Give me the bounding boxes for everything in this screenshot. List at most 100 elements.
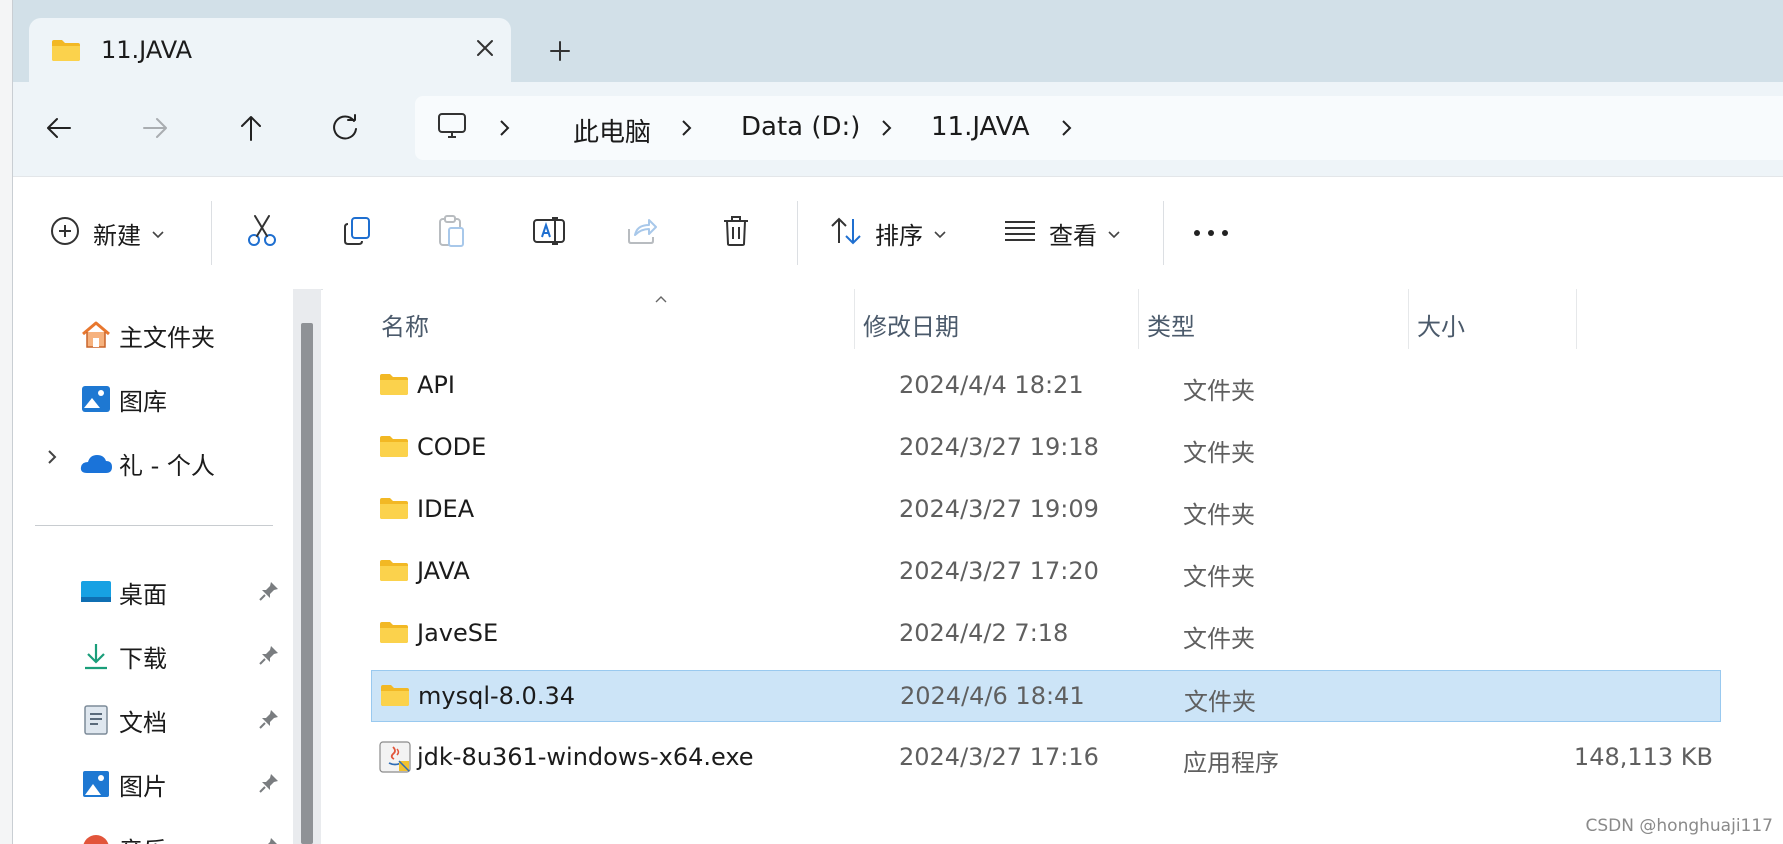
- chevron-down-icon: [933, 224, 947, 243]
- folder-icon: [380, 683, 410, 711]
- breadcrumb-this-pc[interactable]: 此电脑: [573, 112, 651, 149]
- trash-icon: [721, 214, 751, 252]
- file-name: JaveSE: [417, 619, 499, 647]
- command-bar: 新建 排序 查看: [13, 176, 1783, 290]
- column-header-label: 修改日期: [863, 312, 959, 341]
- column-divider[interactable]: [1408, 289, 1409, 349]
- column-header-name[interactable]: 名称: [381, 299, 851, 349]
- view-list-icon: [1003, 219, 1037, 247]
- nav-scrollbar[interactable]: [293, 289, 321, 844]
- title-bar: 11.JAVA: [13, 0, 1783, 82]
- background-window-edge: [0, 0, 12, 844]
- cut-button[interactable]: [245, 205, 279, 261]
- pin-icon[interactable]: [258, 708, 280, 734]
- nav-item-pictures[interactable]: 图片: [79, 760, 167, 808]
- forward-icon[interactable]: [129, 102, 181, 154]
- gallery-icon: [79, 382, 113, 416]
- nav-item-music[interactable]: 音乐: [79, 824, 167, 844]
- file-name: IDEA: [417, 495, 475, 523]
- pin-icon[interactable]: [258, 836, 280, 844]
- column-header-type[interactable]: 类型: [1147, 299, 1407, 349]
- breadcrumb-11-java[interactable]: 11.JAVA: [931, 112, 1030, 142]
- nav-item-gallery[interactable]: 图库: [79, 375, 167, 423]
- sort-icon: [829, 216, 863, 250]
- file-row-java[interactable]: JAVA 2024/3/27 17:20 文件夹: [371, 546, 1721, 598]
- nav-label: 下载: [119, 644, 167, 673]
- file-date: 2024/4/2 7:18: [899, 619, 1069, 647]
- file-row-javese[interactable]: JaveSE 2024/4/2 7:18 文件夹: [371, 608, 1721, 660]
- tab-11-java[interactable]: 11.JAVA: [29, 18, 511, 82]
- rename-button[interactable]: [531, 205, 567, 261]
- pictures-icon: [79, 767, 113, 801]
- toolbar-divider: [1163, 201, 1164, 265]
- nav-item-home[interactable]: 主文件夹: [79, 311, 215, 359]
- rename-icon: [531, 215, 567, 251]
- file-name: CODE: [417, 433, 487, 461]
- share-button[interactable]: [625, 205, 659, 261]
- refresh-icon[interactable]: [319, 102, 371, 154]
- breadcrumb-separator-icon[interactable]: [1055, 116, 1077, 140]
- nav-label: 图片: [119, 772, 167, 801]
- computer-icon: [435, 110, 469, 148]
- more-options-button[interactable]: [1191, 205, 1231, 261]
- new-tab-icon[interactable]: [541, 32, 579, 70]
- file-name: API: [417, 371, 455, 399]
- file-date: 2024/3/27 19:09: [899, 495, 1099, 523]
- file-type: 应用程序: [1183, 749, 1279, 777]
- column-divider[interactable]: [1138, 289, 1139, 349]
- home-icon: [79, 318, 113, 352]
- file-type: 文件夹: [1183, 439, 1255, 467]
- file-date: 2024/3/27 17:16: [899, 743, 1099, 771]
- nav-item-documents[interactable]: 文档: [79, 696, 167, 744]
- pin-icon[interactable]: [258, 644, 280, 670]
- download-icon: [79, 639, 113, 673]
- file-type: 文件夹: [1183, 563, 1255, 591]
- nav-item-downloads[interactable]: 下载: [79, 632, 167, 680]
- pin-icon[interactable]: [258, 772, 280, 798]
- sort-label: 排序: [875, 221, 923, 250]
- close-tab-icon[interactable]: [469, 32, 501, 64]
- column-header-date[interactable]: 修改日期: [863, 299, 1143, 349]
- nav-item-onedrive[interactable]: 礼 - 个人: [79, 439, 215, 487]
- new-button[interactable]: 新建: [49, 205, 165, 261]
- column-header-label: 类型: [1147, 312, 1195, 341]
- breadcrumb-data-drive[interactable]: Data (D:): [741, 112, 860, 142]
- file-row-idea[interactable]: IDEA 2024/3/27 19:09 文件夹: [371, 484, 1721, 536]
- chevron-down-icon: [151, 224, 165, 243]
- file-list: 名称 修改日期 类型 大小 API 2024/4/4 18:21 文件夹 COD…: [323, 289, 1783, 844]
- nav-label: 主文件夹: [119, 323, 215, 352]
- file-date: 2024/4/4 18:21: [899, 371, 1084, 399]
- file-row-jdk-installer[interactable]: jdk-8u361-windows-x64.exe 2024/3/27 17:1…: [371, 732, 1721, 784]
- column-divider[interactable]: [1576, 289, 1577, 349]
- desktop-icon: [79, 575, 113, 609]
- back-icon[interactable]: [33, 102, 85, 154]
- pin-icon[interactable]: [258, 580, 280, 606]
- file-type: 文件夹: [1183, 501, 1255, 529]
- view-button[interactable]: 查看: [1003, 205, 1121, 261]
- column-divider[interactable]: [854, 289, 855, 349]
- chevron-right-icon[interactable]: [43, 447, 61, 471]
- file-row-api[interactable]: API 2024/4/4 18:21 文件夹: [371, 360, 1721, 412]
- sort-button[interactable]: 排序: [829, 205, 947, 261]
- breadcrumb-separator-icon[interactable]: [493, 116, 515, 140]
- address-row: 此电脑 Data (D:) 11.JAVA: [13, 82, 1783, 176]
- breadcrumb-separator-icon[interactable]: [875, 116, 897, 140]
- folder-icon: [379, 434, 409, 462]
- breadcrumb-separator-icon[interactable]: [675, 116, 697, 140]
- file-type: 文件夹: [1183, 377, 1255, 405]
- nav-label: 文档: [119, 708, 167, 737]
- watermark: CSDN @honghuaji117: [1585, 816, 1773, 836]
- address-bar[interactable]: 此电脑 Data (D:) 11.JAVA: [415, 96, 1783, 160]
- paste-button[interactable]: [435, 205, 467, 261]
- file-row-mysql[interactable]: mysql-8.0.34 2024/4/6 18:41 文件夹: [371, 670, 1721, 722]
- copy-icon: [341, 215, 373, 251]
- clipboard-icon: [435, 214, 467, 252]
- copy-button[interactable]: [341, 205, 373, 261]
- file-row-code[interactable]: CODE 2024/3/27 19:18 文件夹: [371, 422, 1721, 474]
- column-header-size[interactable]: 大小: [1417, 299, 1577, 349]
- delete-button[interactable]: [721, 205, 751, 261]
- up-icon[interactable]: [225, 102, 277, 154]
- nav-item-desktop[interactable]: 桌面: [79, 568, 167, 616]
- onedrive-icon: [79, 446, 113, 480]
- nav-scrollbar-thumb[interactable]: [301, 323, 313, 844]
